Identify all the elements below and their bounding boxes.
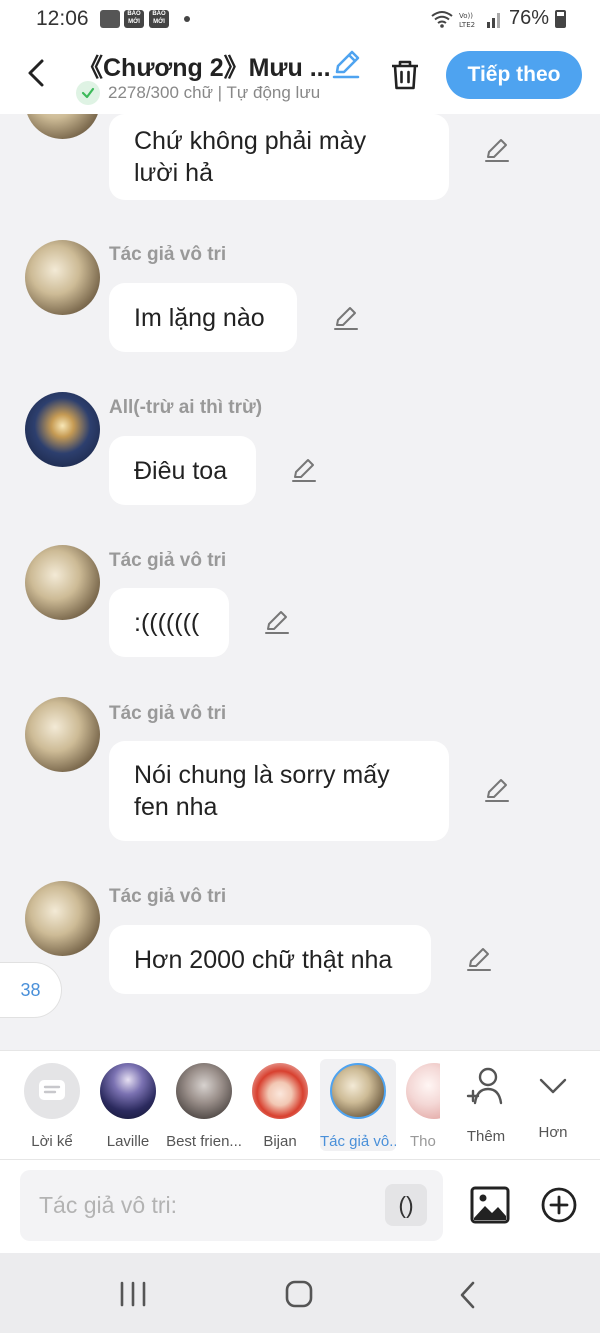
- svg-text:Vo)): Vo)): [459, 12, 473, 20]
- editor-header: 《Chương 2》Mưu ... 2278/300 chữ | Tự động…: [0, 40, 600, 114]
- character-tho[interactable]: Tho: [396, 1059, 440, 1151]
- chevron-down-icon: [539, 1078, 567, 1094]
- chevron-left-icon: [28, 59, 44, 87]
- news-notification-icon-2: BÁO MỚI: [149, 10, 169, 28]
- character-bijan[interactable]: Bijan: [242, 1059, 318, 1151]
- recent-apps-icon[interactable]: [118, 1281, 148, 1307]
- sender-name: Tác giả vô tri: [109, 244, 227, 265]
- avatar: [330, 1063, 386, 1119]
- edit-pencil-icon[interactable]: [333, 305, 359, 331]
- character-name: Tho: [410, 1133, 436, 1150]
- more-notifications-dot: [184, 16, 190, 22]
- character-name: Tác giả vô...: [320, 1133, 396, 1150]
- message-bubble[interactable]: Nói chung là sorry mấy fen nha: [109, 741, 449, 841]
- message-bubble[interactable]: :(((((((: [109, 588, 229, 657]
- back-button[interactable]: [22, 56, 52, 90]
- wifi-icon: [431, 10, 453, 28]
- avatar: [252, 1063, 308, 1119]
- character-name: Best frien...: [166, 1133, 242, 1150]
- signal-icon: Vo))LTE2: [459, 12, 500, 28]
- parentheses-button[interactable]: (): [385, 1184, 427, 1226]
- system-nav-bar: [0, 1253, 600, 1333]
- message-text: lười hả: [134, 159, 213, 187]
- add-character-button[interactable]: Thêm: [448, 1059, 524, 1151]
- message-text: fen nha: [134, 793, 218, 821]
- avatar[interactable]: [25, 881, 100, 956]
- message-bubble[interactable]: Điêu toa: [109, 436, 256, 505]
- word-count-text: 2278/300 chữ | Tự động lưu: [108, 83, 321, 102]
- word-count-status: 2278/300 chữ | Tự động lưu: [76, 81, 320, 105]
- character-name: Lời kể: [31, 1133, 73, 1150]
- next-button[interactable]: Tiếp theo: [446, 51, 582, 99]
- news-notification-icon: BÁO MỚI: [124, 10, 144, 28]
- character-bar: Lời kể Laville Best frien... Bijan Tác g…: [0, 1050, 600, 1160]
- character-narrator[interactable]: Lời kể: [14, 1059, 90, 1151]
- edit-title-button[interactable]: [330, 48, 362, 80]
- edit-pencil-icon[interactable]: [484, 777, 510, 803]
- saved-check-icon: [76, 81, 100, 105]
- sender-name: All(-trừ ai thì trừ): [109, 397, 263, 418]
- status-time: 12:06: [36, 7, 89, 30]
- back-nav-icon[interactable]: [456, 1280, 480, 1310]
- character-laville[interactable]: Laville: [90, 1059, 166, 1151]
- status-bar: 12:06 BÁO MỚI BÁO MỚI Vo)) LTE2 76%: [0, 0, 600, 40]
- character-best-friend[interactable]: Best frien...: [166, 1059, 242, 1151]
- trash-icon: [392, 60, 418, 90]
- sender-name: Tác giả vô tri: [109, 886, 227, 907]
- narrator-icon: [24, 1063, 80, 1119]
- message-input[interactable]: [20, 1170, 380, 1241]
- avatar: [406, 1063, 440, 1119]
- avatar[interactable]: [25, 545, 100, 620]
- message-bubble[interactable]: Im lặng nào: [109, 283, 297, 352]
- avatar[interactable]: [25, 697, 100, 772]
- edit-pencil-icon[interactable]: [264, 609, 290, 635]
- message-count-badge[interactable]: 38: [0, 962, 62, 1018]
- message-bubble[interactable]: Chứ không phải mày lười hả: [109, 114, 449, 200]
- character-name: Bijan: [263, 1133, 297, 1150]
- add-user-icon: [466, 1067, 503, 1105]
- avatar[interactable]: [25, 114, 100, 139]
- more-label: Hơn: [538, 1124, 568, 1141]
- message-text: :(((((((: [134, 608, 200, 637]
- message-input-box: (): [20, 1170, 443, 1241]
- avatar[interactable]: [25, 240, 100, 315]
- more-button[interactable]: Hơn: [515, 1059, 591, 1151]
- character-tac-gia-vo-tri[interactable]: Tác giả vô...: [320, 1059, 396, 1151]
- add-icon[interactable]: [540, 1186, 578, 1224]
- message-text: Nói chung là sorry mấy: [134, 761, 390, 789]
- home-icon[interactable]: [284, 1280, 314, 1308]
- battery-icon: [555, 9, 566, 28]
- edit-pencil-icon[interactable]: [466, 946, 492, 972]
- add-label: Thêm: [466, 1128, 506, 1145]
- edit-pencil-icon[interactable]: [291, 457, 317, 483]
- gallery-notification-icon: [100, 10, 120, 28]
- message-text: Điêu toa: [134, 456, 228, 485]
- pencil-icon: [332, 50, 360, 79]
- image-icon[interactable]: [470, 1186, 510, 1224]
- delete-button[interactable]: [388, 58, 422, 92]
- sender-name: Tác giả vô tri: [109, 550, 227, 571]
- message-text: Im lặng nào: [134, 303, 265, 332]
- battery-percent: 76%: [508, 7, 549, 29]
- avatar: [100, 1063, 156, 1119]
- message-text: Chứ không phải mày: [134, 127, 367, 155]
- chapter-title[interactable]: 《Chương 2》Mưu ...: [78, 48, 331, 84]
- avatar[interactable]: [25, 392, 100, 467]
- input-bar: (): [0, 1160, 600, 1253]
- svg-text:LTE2: LTE2: [459, 21, 475, 28]
- edit-pencil-icon[interactable]: [484, 137, 510, 163]
- avatar: [176, 1063, 232, 1119]
- sender-name: Tác giả vô tri: [109, 703, 227, 724]
- message-text: Hơn 2000 chữ thật nha: [134, 945, 393, 974]
- message-bubble[interactable]: Hơn 2000 chữ thật nha: [109, 925, 431, 994]
- character-name: Laville: [106, 1133, 150, 1150]
- chat-area[interactable]: Chứ không phải mày lười hả Tác giả vô tr…: [0, 114, 600, 1050]
